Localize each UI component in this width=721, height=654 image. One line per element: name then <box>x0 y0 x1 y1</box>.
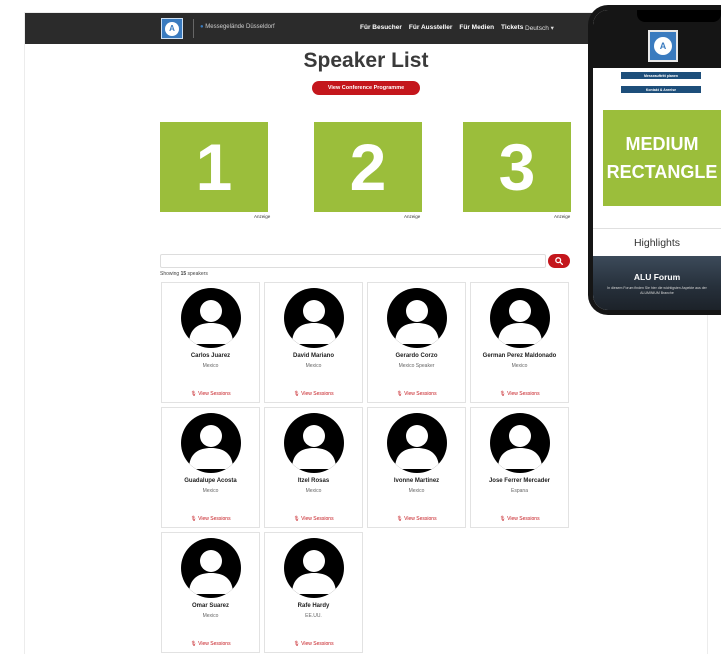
speaker-card[interactable]: Rafe Hardy EE.UU. 🎙 View Sessions <box>264 532 363 653</box>
speaker-name: Carlos Juarez <box>190 353 231 359</box>
avatar-placeholder-icon <box>490 413 550 473</box>
speaker-card[interactable]: Gerardo Corzo Mexico Speaker 🎙 View Sess… <box>367 282 466 403</box>
view-sessions-link[interactable]: 🎙 View Sessions <box>368 391 465 397</box>
avatar-placeholder-icon <box>181 538 241 598</box>
microphone-icon: 🎙 <box>293 391 300 397</box>
microphone-icon: 🎙 <box>499 516 506 522</box>
phone-ad-medium-rectangle[interactable]: MEDIUM RECTANGLE <box>603 110 721 206</box>
view-sessions-link[interactable]: 🎙 View Sessions <box>162 516 259 522</box>
view-sessions-link[interactable]: 🎙 View Sessions <box>265 641 362 647</box>
speaker-country: Mexico <box>202 613 219 619</box>
microphone-icon: 🎙 <box>190 641 197 647</box>
microphone-icon: 🎙 <box>499 391 506 397</box>
search-icon <box>555 257 563 265</box>
speaker-name: Jose Ferrer Mercader <box>488 478 551 484</box>
nav-tagline: ● Messegelände Düsseldorf <box>200 24 275 30</box>
speaker-country: EE.UU. <box>305 613 322 619</box>
view-conference-programme-button[interactable]: View Conference Programme <box>312 81 420 95</box>
language-label: Deutsch <box>525 25 549 32</box>
nav-link-besucher[interactable]: Für Besucher <box>360 24 402 31</box>
avatar-placeholder-icon <box>490 288 550 348</box>
banner-title: ALU Forum <box>633 272 681 282</box>
view-sessions-link[interactable]: 🎙 View Sessions <box>368 516 465 522</box>
view-sessions-link[interactable]: 🎙 View Sessions <box>471 391 568 397</box>
ad-label-2: Anzeige <box>404 214 421 219</box>
avatar-placeholder-icon <box>284 538 344 598</box>
site-logo[interactable]: A <box>161 18 183 39</box>
search-button[interactable] <box>548 254 570 268</box>
view-sessions-link[interactable]: 🎙 View Sessions <box>162 641 259 647</box>
speaker-card[interactable]: Jose Ferrer Mercader Espana 🎙 View Sessi… <box>470 407 569 528</box>
avatar-placeholder-icon <box>181 413 241 473</box>
microphone-icon: 🎙 <box>293 641 300 647</box>
microphone-icon: 🎙 <box>190 391 197 397</box>
logo-icon: A <box>165 21 179 36</box>
speaker-search-input[interactable] <box>160 254 546 268</box>
alu-forum-banner-image[interactable] <box>593 256 721 310</box>
speaker-country: Mexico <box>305 363 322 369</box>
speaker-card[interactable]: Omar Suarez Mexico 🎙 View Sessions <box>161 532 260 653</box>
ad-line-2: RECTANGLE <box>606 162 718 182</box>
avatar-placeholder-icon <box>284 288 344 348</box>
phone-screen: A Messeauftritt planen Kontakt & Anreise… <box>593 10 721 310</box>
phone-notch <box>637 10 721 22</box>
avatar-placeholder-icon <box>387 413 447 473</box>
nav-links: Für Besucher Für Aussteller Für Medien T… <box>360 24 523 31</box>
speaker-country: Mexico <box>202 363 219 369</box>
nav-divider <box>193 19 194 38</box>
avatar-placeholder-icon <box>284 413 344 473</box>
view-sessions-link[interactable]: 🎙 View Sessions <box>265 391 362 397</box>
speaker-name: Guadalupe Acosta <box>184 478 237 484</box>
chevron-down-icon: ▾ <box>550 25 554 32</box>
phone-mockup: A Messeauftritt planen Kontakt & Anreise… <box>588 5 721 315</box>
view-sessions-link[interactable]: 🎙 View Sessions <box>265 516 362 522</box>
speaker-country: Mexico Speaker <box>398 363 435 369</box>
ad-tile-1[interactable]: 1 <box>160 122 268 212</box>
speaker-country: Mexico <box>511 363 528 369</box>
speaker-name: German Perez Maldonado <box>482 353 557 359</box>
speaker-card[interactable]: Itzel Rosas Mexico 🎙 View Sessions <box>264 407 363 528</box>
ad-tile-2[interactable]: 2 <box>314 122 422 212</box>
speaker-country: Mexico <box>305 488 322 494</box>
ad-label-1: Anzeige <box>254 214 271 219</box>
speaker-name: David Mariano <box>292 353 334 359</box>
avatar-placeholder-icon <box>387 288 447 348</box>
avatar-placeholder-icon <box>181 288 241 348</box>
phone-menu-button-contact[interactable]: Kontakt & Anreise <box>621 86 701 93</box>
speaker-card[interactable]: David Mariano Mexico 🎙 View Sessions <box>264 282 363 403</box>
ad-label-3: Anzeige <box>554 214 571 219</box>
logo-icon: A <box>654 37 672 55</box>
speaker-name: Itzel Rosas <box>297 478 330 484</box>
speaker-country: Espana <box>511 488 528 494</box>
language-selector[interactable]: Deutsch ▾ <box>525 24 554 32</box>
phone-header: A <box>593 10 721 68</box>
speaker-card[interactable]: Carlos Juarez Mexico 🎙 View Sessions <box>161 282 260 403</box>
phone-site-logo[interactable]: A <box>648 30 678 62</box>
banner-text: In diesem Forum finden Sie hier die wich… <box>607 286 707 295</box>
speaker-card[interactable]: Ivonne Martinez Mexico 🎙 View Sessions <box>367 407 466 528</box>
nav-link-medien[interactable]: Für Medien <box>459 24 494 31</box>
results-count: Showing 15 speakers <box>160 271 208 277</box>
nav-link-tickets[interactable]: Tickets <box>501 24 523 31</box>
phone-menu-button-plan[interactable]: Messeauftritt planen <box>621 72 701 79</box>
view-sessions-link[interactable]: 🎙 View Sessions <box>162 391 259 397</box>
view-sessions-link[interactable]: 🎙 View Sessions <box>471 516 568 522</box>
ad-line-1: MEDIUM <box>625 134 699 154</box>
speaker-country: Mexico <box>202 488 219 494</box>
microphone-icon: 🎙 <box>396 391 403 397</box>
speaker-card[interactable]: German Perez Maldonado Mexico 🎙 View Ses… <box>470 282 569 403</box>
speaker-name: Ivonne Martinez <box>393 478 440 484</box>
section-divider <box>593 228 721 229</box>
microphone-icon: 🎙 <box>396 516 403 522</box>
ad-tile-3[interactable]: 3 <box>463 122 571 212</box>
highlights-heading: Highlights <box>633 237 681 249</box>
microphone-icon: 🎙 <box>293 516 300 522</box>
speaker-name: Omar Suarez <box>191 603 230 609</box>
speaker-country: Mexico <box>408 488 425 494</box>
speaker-card[interactable]: Guadalupe Acosta Mexico 🎙 View Sessions <box>161 407 260 528</box>
microphone-icon: 🎙 <box>190 516 197 522</box>
nav-link-aussteller[interactable]: Für Aussteller <box>409 24 452 31</box>
speaker-name: Rafe Hardy <box>297 603 330 609</box>
speaker-name: Gerardo Corzo <box>395 353 438 359</box>
